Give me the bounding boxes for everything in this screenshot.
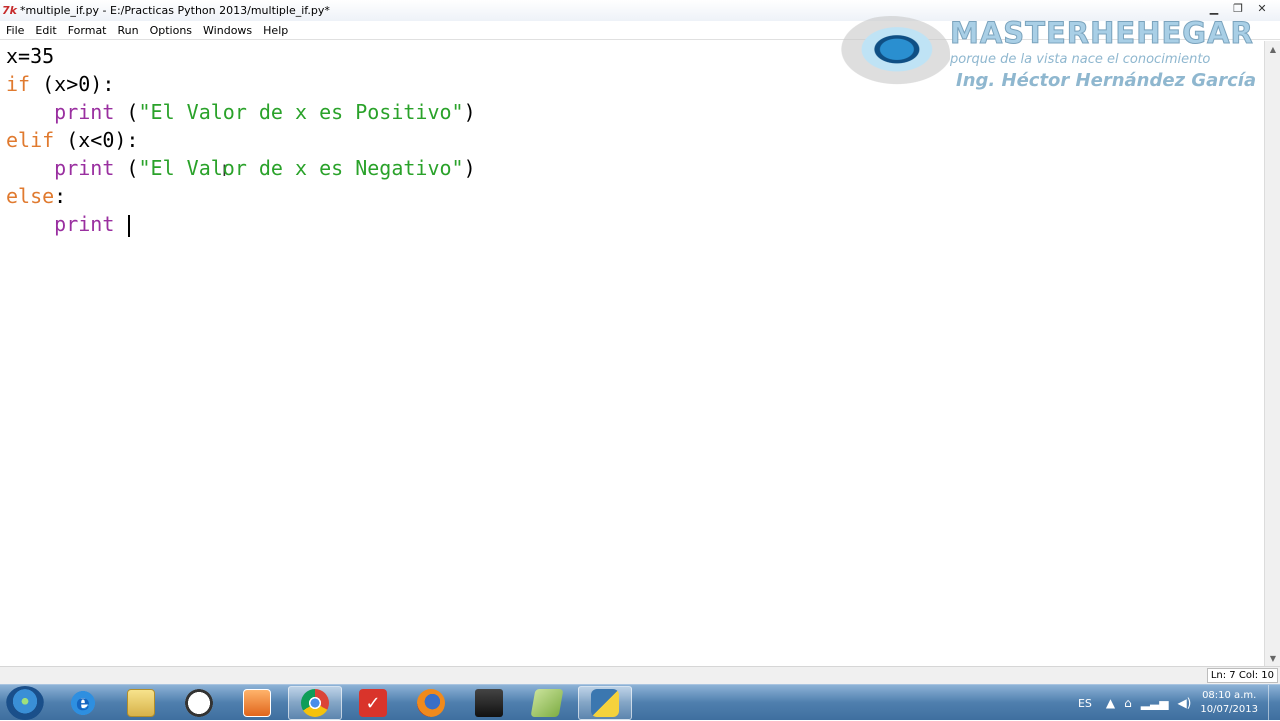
code-line[interactable]: print <box>6 210 131 238</box>
taskbar-media-player[interactable] <box>230 686 284 720</box>
tray-device-icon[interactable]: ⌂ <box>1124 696 1132 710</box>
menu-file[interactable]: File <box>0 24 29 37</box>
code-editor[interactable]: I x=35 if (x>0): print ("El Valor de x es… <box>0 41 1264 664</box>
code-token: (x>0): <box>30 72 115 96</box>
code-token: elif <box>6 128 55 152</box>
text-caret <box>128 214 131 237</box>
taskbar-notes-app[interactable] <box>520 686 574 720</box>
idle-app-icon: 7k <box>2 3 17 17</box>
cursor-position: Ln: 7 Col: 10 <box>1206 668 1278 683</box>
code-token: "El Valor de x es Positivo" <box>138 100 464 124</box>
scroll-up-arrow-icon[interactable]: ▲ <box>1265 41 1280 57</box>
code-token: print <box>54 156 115 180</box>
language-indicator[interactable]: ES <box>1078 697 1092 710</box>
scroll-down-arrow-icon[interactable]: ▼ <box>1265 650 1280 666</box>
code-token: (x<0): <box>54 128 139 152</box>
code-line[interactable]: x=35 <box>6 42 54 70</box>
eye-icon <box>832 16 950 90</box>
taskbar-chrome[interactable] <box>288 686 342 720</box>
camera-icon <box>475 689 503 717</box>
menu-run[interactable]: Run <box>112 24 144 37</box>
taskbar-firefox[interactable] <box>404 686 458 720</box>
watermark-subtitle: porque de la vista nace el conocimiento <box>950 52 1211 67</box>
menu-edit[interactable]: Edit <box>29 24 61 37</box>
taskbar-internet-explorer[interactable]: e <box>56 686 110 720</box>
clock-time: 08:10 a.m. <box>1202 690 1257 701</box>
code-token: : <box>54 184 67 208</box>
code-line[interactable]: elif (x<0): <box>6 126 138 154</box>
taskbar-camera-app[interactable] <box>462 686 516 720</box>
clock-icon <box>185 689 213 717</box>
notes-icon <box>530 689 564 717</box>
watermark-logo: MASTERHEHEGAR porque de la vista nace el… <box>832 10 1262 100</box>
code-token: if <box>6 72 31 96</box>
menu-windows[interactable]: Windows <box>197 24 257 37</box>
taskbar: e ✓ ES ▲ ⌂ ▂▃▅ ◀) 08:10 a.m. 10/07/2013 <box>0 684 1280 721</box>
code-token: ( <box>114 100 139 124</box>
code-token: else <box>6 184 55 208</box>
code-token: print <box>54 212 115 236</box>
code-token: ) <box>463 156 476 180</box>
vertical-scrollbar[interactable]: ▲ ▼ <box>1264 41 1280 666</box>
internet-explorer-icon: e <box>69 689 97 717</box>
code-token: ) <box>463 100 476 124</box>
taskbar-python-idle[interactable] <box>578 686 632 720</box>
chrome-icon <box>301 689 329 717</box>
code-line[interactable]: else: <box>6 182 66 210</box>
media-player-icon <box>243 689 271 717</box>
status-bar: Ln: 7 Col: 10 <box>0 666 1280 684</box>
clock[interactable]: 08:10 a.m. 10/07/2013 <box>1200 689 1258 717</box>
clock-date: 10/07/2013 <box>1200 704 1258 715</box>
show-desktop-button[interactable] <box>1268 685 1280 721</box>
firefox-icon <box>417 689 445 717</box>
network-signal-icon[interactable]: ▂▃▅ <box>1141 696 1169 710</box>
code-token: print <box>54 100 115 124</box>
menu-format[interactable]: Format <box>62 24 112 37</box>
code-line[interactable]: print ("El Valor de x es Positivo") <box>6 98 476 126</box>
taskbar-file-explorer[interactable] <box>114 686 168 720</box>
volume-icon[interactable]: ◀) <box>1177 696 1191 710</box>
watermark-title: MASTERHEHEGAR <box>950 16 1254 51</box>
folder-icon <box>127 689 155 717</box>
menu-options[interactable]: Options <box>144 24 197 37</box>
menu-help[interactable]: Help <box>257 24 293 37</box>
window-title: *multiple_if.py - E:/Practicas Python 20… <box>20 4 330 17</box>
watermark-author: Ing. Héctor Hernández García <box>956 70 1257 91</box>
code-line[interactable]: print ("El Valor de x es Negativo") <box>6 154 476 182</box>
code-line[interactable]: if (x>0): <box>6 70 114 98</box>
start-button[interactable] <box>6 686 44 720</box>
todo-check-icon: ✓ <box>359 689 387 717</box>
code-token: "El Valor de x es Negativo" <box>138 156 464 180</box>
tray-expand-icon[interactable]: ▲ <box>1106 696 1115 710</box>
system-tray: ES ▲ ⌂ ▂▃▅ ◀) 08:10 a.m. 10/07/2013 <box>1078 685 1280 721</box>
taskbar-todo-app[interactable]: ✓ <box>346 686 400 720</box>
code-token: ( <box>114 156 139 180</box>
taskbar-clock-app[interactable] <box>172 686 226 720</box>
python-icon <box>591 689 619 717</box>
code-token: x=35 <box>6 44 55 68</box>
